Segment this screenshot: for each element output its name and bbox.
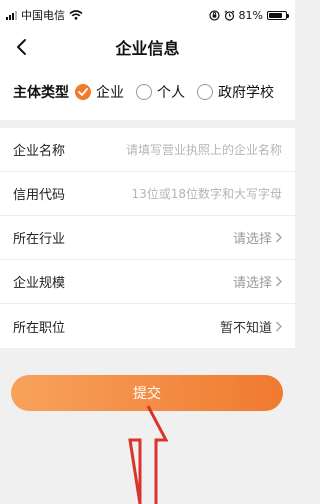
chevron-right-icon	[276, 321, 282, 331]
radio-option-government-school[interactable]: 政府学校	[197, 82, 274, 102]
scale-label: 企业规模	[13, 276, 66, 291]
wifi-icon	[69, 10, 83, 20]
entity-type-label: 主体类型	[13, 85, 69, 101]
radio-label: 企业	[96, 85, 124, 101]
battery-icon	[267, 10, 289, 20]
chevron-left-icon	[17, 39, 26, 55]
scale-value: 请选择	[232, 276, 272, 291]
back-button[interactable]	[10, 35, 32, 59]
alarm-icon	[224, 10, 234, 21]
form-row-industry[interactable]: 所在行业 请选择	[0, 216, 295, 260]
radio-label: 个人	[157, 85, 185, 101]
status-right: 81%	[208, 8, 289, 22]
position-label: 所在职位	[13, 320, 66, 336]
chevron-right-icon	[276, 232, 282, 243]
radio-option-company[interactable]: 企业	[75, 82, 124, 102]
industry-select[interactable]: 请选择	[233, 228, 282, 247]
nav-bar: 企业信息	[0, 30, 295, 64]
scale-select[interactable]: 请选择	[233, 272, 282, 291]
status-left: 中国电信	[6, 7, 83, 23]
credit-code-label: 信用代码	[13, 188, 66, 203]
page-title: 企业信息	[115, 39, 180, 58]
company-name-label: 企业名称	[13, 144, 66, 159]
entity-type-row: 主体类型 企业 个人 政府学校	[0, 64, 295, 120]
form-row-position[interactable]: 所在职位 暂不知道	[0, 304, 295, 348]
up-arrow-annotation-icon	[128, 405, 168, 504]
chevron-right-icon	[276, 276, 282, 287]
orientation-lock-icon	[208, 9, 220, 21]
battery-percent: 81%	[238, 8, 263, 22]
radio-label: 政府学校	[218, 85, 274, 101]
credit-code-input[interactable]	[92, 186, 282, 201]
position-value: 暂不知道	[219, 320, 272, 336]
position-select[interactable]: 暂不知道	[220, 317, 282, 336]
form-row-company-name: 企业名称	[0, 128, 295, 172]
company-info-form: 企业名称 信用代码 所在行业 请选择 企业规模 请选择 所在职位 暂不知道	[0, 128, 295, 348]
industry-value: 请选择	[232, 232, 272, 247]
radio-option-individual[interactable]: 个人	[136, 82, 185, 102]
radio-unchecked-icon	[197, 84, 213, 100]
industry-label: 所在行业	[13, 232, 66, 247]
form-row-scale[interactable]: 企业规模 请选择	[0, 260, 295, 304]
signal-icon	[6, 10, 17, 20]
status-bar: 中国电信 81%	[0, 0, 295, 30]
form-row-credit-code: 信用代码	[0, 172, 295, 216]
company-name-input[interactable]	[92, 142, 282, 157]
radio-unchecked-icon	[136, 84, 152, 100]
carrier-name: 中国电信	[21, 9, 65, 22]
radio-checked-icon	[75, 84, 91, 100]
